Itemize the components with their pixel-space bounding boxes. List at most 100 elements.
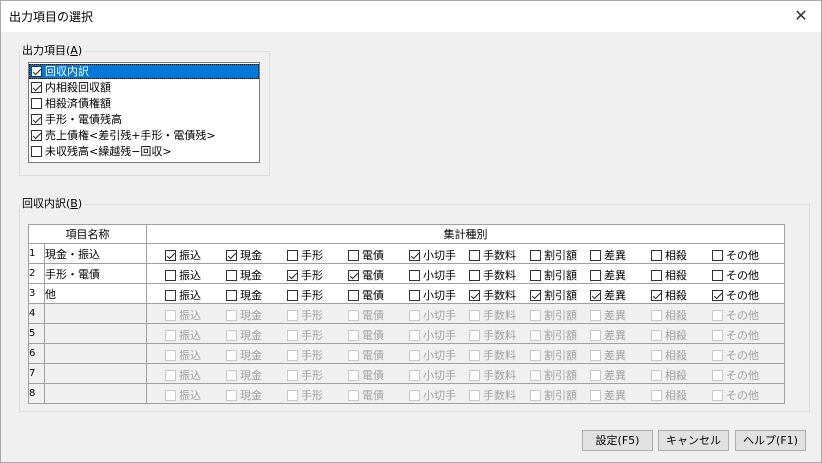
type-checkbox[interactable] xyxy=(469,289,480,301)
type-checkbox-label: 手形 xyxy=(301,249,323,262)
type-checkbox-group: 手数料 xyxy=(469,307,516,323)
output-item-checkbox[interactable] xyxy=(31,82,42,93)
type-checkbox-group[interactable]: 手形 xyxy=(287,247,323,263)
type-checkbox[interactable] xyxy=(409,289,420,301)
type-checkbox[interactable] xyxy=(409,269,420,281)
output-item[interactable]: 内相殺回収額 xyxy=(29,80,259,95)
type-checkbox-group[interactable]: 電債 xyxy=(348,247,384,263)
type-checkbox-group[interactable]: 差異 xyxy=(590,247,626,263)
type-checkbox-label: 手数料 xyxy=(483,269,516,282)
type-checkbox[interactable] xyxy=(348,289,359,301)
output-item-checkbox[interactable] xyxy=(31,98,42,109)
type-checkbox-group[interactable]: 割引額 xyxy=(530,247,577,263)
grid-row: 2 手形・電債 振込 現金 手形 電債 小切手 手数料 割引額 差異 相殺 その他 xyxy=(28,263,785,284)
type-checkbox-group[interactable]: 手数料 xyxy=(469,267,516,283)
output-item[interactable]: 回収内訳 xyxy=(29,64,259,79)
type-checkbox[interactable] xyxy=(530,289,541,301)
type-checkbox[interactable] xyxy=(530,269,541,281)
output-item-checkbox[interactable] xyxy=(31,146,42,157)
type-checkbox[interactable] xyxy=(226,269,237,281)
type-checkbox[interactable] xyxy=(165,289,176,301)
type-checkbox-group: 電債 xyxy=(348,367,384,383)
type-checkbox-group[interactable]: 手数料 xyxy=(469,247,516,263)
breakdown-grid: 項目名称 集計種別 1 現金・振込 振込 現金 手形 電債 小切手 手数料 割引額 差異 相殺 その他… xyxy=(28,224,785,404)
type-checkbox[interactable] xyxy=(469,249,480,261)
type-checkbox-group[interactable]: 小切手 xyxy=(409,267,456,283)
type-checkbox[interactable] xyxy=(590,289,601,301)
type-checkbox-group[interactable]: 相殺 xyxy=(651,287,687,303)
type-checkbox-group[interactable]: その他 xyxy=(712,287,759,303)
type-checkbox-group[interactable]: 差異 xyxy=(590,267,626,283)
output-item-dialog: 出力項目の選択 ✕ 出力項目(A) 回収内訳 内相殺回収額 相殺済債権額 手形・電債残… xyxy=(0,0,822,463)
output-item[interactable]: 売上債権<差引残+手形・電債残> xyxy=(29,128,259,143)
type-checkbox-label: 差異 xyxy=(604,369,626,382)
type-checkbox-group[interactable]: 差異 xyxy=(590,287,626,303)
type-checkbox[interactable] xyxy=(287,249,298,261)
type-checkbox[interactable] xyxy=(165,249,176,261)
type-checkbox-group[interactable]: その他 xyxy=(712,267,759,283)
item-name-cell[interactable]: 他 xyxy=(44,283,147,304)
output-item-checkbox[interactable] xyxy=(31,66,42,77)
type-checkbox[interactable] xyxy=(469,269,480,281)
output-items-listbox[interactable]: 回収内訳 内相殺回収額 相殺済債権額 手形・電債残高 売上債権<差引残+手形・電債残> 未… xyxy=(28,62,260,163)
type-checkbox-group[interactable]: 割引額 xyxy=(530,267,577,283)
item-name-cell[interactable]: 現金・振込 xyxy=(44,243,147,264)
type-checkbox-label: 手数料 xyxy=(483,249,516,262)
type-checkbox-group[interactable]: 相殺 xyxy=(651,267,687,283)
type-checkbox-label: 相殺 xyxy=(665,289,687,302)
type-checkbox xyxy=(469,349,480,361)
type-checkbox-group[interactable]: 現金 xyxy=(226,287,262,303)
type-checkbox-group[interactable]: 手形 xyxy=(287,267,323,283)
type-checkbox[interactable] xyxy=(287,269,298,281)
type-checkbox-group[interactable]: 相殺 xyxy=(651,247,687,263)
type-checkbox[interactable] xyxy=(409,249,420,261)
type-checkbox[interactable] xyxy=(590,269,601,281)
output-item-checkbox[interactable] xyxy=(31,130,42,141)
type-checkbox[interactable] xyxy=(287,289,298,301)
type-checkbox[interactable] xyxy=(348,269,359,281)
type-checkbox-group[interactable]: 電債 xyxy=(348,267,384,283)
type-checkbox[interactable] xyxy=(226,249,237,261)
type-checkbox-group[interactable]: 手数料 xyxy=(469,287,516,303)
type-checkbox[interactable] xyxy=(712,289,723,301)
help-button[interactable]: ヘルプ(F1) xyxy=(735,430,806,451)
type-checkbox[interactable] xyxy=(651,289,662,301)
type-checkbox-label: 割引額 xyxy=(544,289,577,302)
type-checkbox[interactable] xyxy=(530,249,541,261)
type-checkbox-group[interactable]: 振込 xyxy=(165,247,201,263)
type-checkbox-group[interactable]: 現金 xyxy=(226,247,262,263)
type-checkbox-group[interactable]: 振込 xyxy=(165,287,201,303)
type-checkbox-group[interactable]: 小切手 xyxy=(409,287,456,303)
type-checkbox-group[interactable]: 電債 xyxy=(348,287,384,303)
type-checkbox-group: その他 xyxy=(712,387,759,403)
cancel-button[interactable]: キャンセル xyxy=(658,430,729,451)
type-checkbox[interactable] xyxy=(651,249,662,261)
type-checkbox-label: 電債 xyxy=(362,269,384,282)
type-checkbox-group: 現金 xyxy=(226,347,262,363)
type-checkbox-group[interactable]: 割引額 xyxy=(530,287,577,303)
type-checkbox-group: 小切手 xyxy=(409,307,456,323)
type-checkbox[interactable] xyxy=(165,269,176,281)
output-item[interactable]: 手形・電債残高 xyxy=(29,112,259,127)
item-name-cell[interactable]: 手形・電債 xyxy=(44,263,147,284)
type-checkbox-label: 割引額 xyxy=(544,389,577,402)
type-checkbox-label: 電債 xyxy=(362,389,384,402)
type-checkbox[interactable] xyxy=(712,269,723,281)
type-checkbox[interactable] xyxy=(712,249,723,261)
settings-button[interactable]: 設定(F5) xyxy=(582,430,653,451)
type-checkbox[interactable] xyxy=(651,269,662,281)
type-checkbox[interactable] xyxy=(590,249,601,261)
type-checkbox-group[interactable]: 手形 xyxy=(287,287,323,303)
row-number: 5 xyxy=(28,323,45,344)
output-item-checkbox[interactable] xyxy=(31,114,42,125)
type-checkbox-label: 差異 xyxy=(604,309,626,322)
output-item[interactable]: 相殺済債権額 xyxy=(29,96,259,111)
type-checkbox-group[interactable]: その他 xyxy=(712,247,759,263)
type-checkbox-group[interactable]: 振込 xyxy=(165,267,201,283)
close-button[interactable]: ✕ xyxy=(781,1,821,32)
type-checkbox[interactable] xyxy=(348,249,359,261)
type-checkbox-group[interactable]: 小切手 xyxy=(409,247,456,263)
type-checkbox-group[interactable]: 現金 xyxy=(226,267,262,283)
type-checkbox[interactable] xyxy=(226,289,237,301)
output-item[interactable]: 未収残高<繰越残−回収> xyxy=(29,144,259,159)
